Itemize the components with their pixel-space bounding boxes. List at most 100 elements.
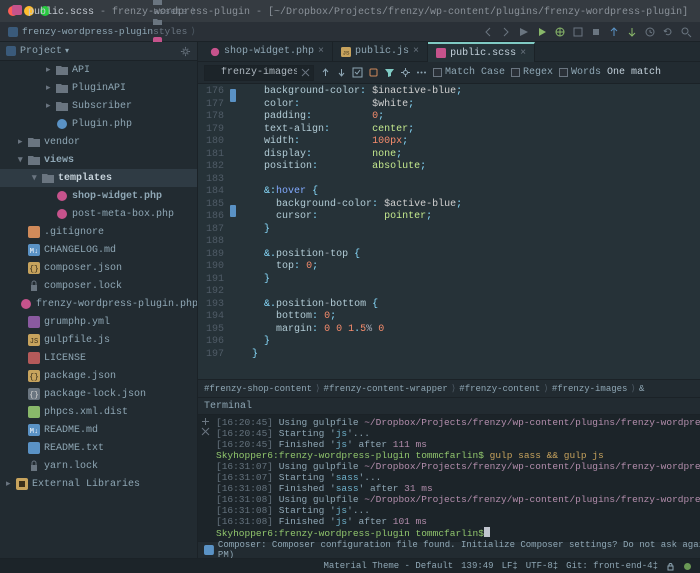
tree-item[interactable]: shop-widget.php [0, 187, 197, 205]
terminal-content[interactable]: [16:20:45] Using gulpfile ~/Dropbox/Proj… [212, 415, 700, 541]
project-tree[interactable]: ▸API▸PluginAPI▸SubscriberPlugin.php▸vend… [0, 61, 197, 558]
line-gutter[interactable]: 1761771781791801811821831841851861871881… [198, 84, 230, 379]
expand-arrow-icon[interactable]: ▸ [46, 83, 54, 93]
filter-icon[interactable] [384, 67, 395, 78]
notification-bar[interactable]: Composer: Composer configuration file fo… [198, 541, 700, 558]
inspector-icon[interactable] [683, 562, 692, 571]
encoding-indicator[interactable]: UTF-8‡ [526, 561, 558, 571]
next-match-icon[interactable] [336, 67, 347, 78]
project-tool-header[interactable]: Project ▾ [0, 42, 197, 61]
tree-item[interactable]: M↓CHANGELOG.md [0, 241, 197, 259]
editor-tab[interactable]: JSpublic.js× [333, 42, 428, 61]
run-icon[interactable] [536, 26, 548, 38]
vcs-revert-icon[interactable] [662, 26, 674, 38]
stop-icon[interactable] [590, 26, 602, 38]
php-pink-icon [20, 298, 32, 310]
regex-checkbox[interactable]: Regex [511, 67, 553, 78]
tree-item[interactable]: ▸PluginAPI [0, 79, 197, 97]
tree-item-label: vendor [44, 137, 80, 148]
clear-icon[interactable] [301, 68, 310, 77]
add-selection-icon[interactable] [368, 67, 379, 78]
terminal-line: [16:31:07] Using gulpfile ~/Dropbox/Proj… [216, 461, 700, 472]
git-branch[interactable]: Git: front-end-4‡ [566, 561, 658, 571]
selector-crumb[interactable]: #frenzy-shop-content [204, 384, 312, 394]
editor-tab[interactable]: shop-widget.php× [202, 42, 333, 61]
close-session-icon[interactable] [201, 427, 210, 436]
prev-match-icon[interactable] [320, 67, 331, 78]
tree-item[interactable]: yarn.lock [0, 457, 197, 475]
tree-item-label: yarn.lock [44, 461, 98, 472]
tree-item[interactable]: LICENSE [0, 349, 197, 367]
php-pink-icon [56, 190, 68, 202]
search-icon[interactable] [680, 26, 692, 38]
svg-text:JS: JS [343, 49, 350, 56]
selector-crumb[interactable]: & [639, 384, 644, 394]
vcs-update-icon[interactable] [608, 26, 620, 38]
window-title: public.scss - frenzy-wordpress-plugin - … [0, 5, 700, 18]
selector-crumb[interactable]: #frenzy-content-wrapper [324, 384, 448, 394]
attach-icon[interactable] [572, 26, 584, 38]
terminal-line: [16:20:45] Starting 'js'... [216, 428, 700, 439]
caret-position[interactable]: 139:49 [461, 561, 493, 571]
tree-item[interactable]: {}package-lock.json [0, 385, 197, 403]
tree-item[interactable]: phpcs.xml.dist [0, 403, 197, 421]
breadcrumb-project[interactable]: frenzy-wordpress-plugin [22, 26, 153, 37]
theme-indicator[interactable]: Material Theme - Default [324, 561, 454, 571]
tree-item[interactable]: ▾views [0, 151, 197, 169]
selector-crumb[interactable]: #frenzy-content [459, 384, 540, 394]
code-content[interactable]: background-color: $inactive-blue; color:… [238, 84, 700, 379]
tree-item[interactable]: ▾templates [0, 169, 197, 187]
tree-item[interactable]: M↓README.md [0, 421, 197, 439]
terminal-tool-header[interactable]: Terminal [198, 398, 700, 415]
tree-item[interactable]: .gitignore [0, 223, 197, 241]
editor-tab[interactable]: public.scss× [428, 42, 535, 62]
close-tab-icon[interactable]: × [520, 48, 526, 59]
settings-icon[interactable] [400, 67, 411, 78]
close-tab-icon[interactable]: × [413, 46, 419, 57]
tree-item[interactable]: grumphp.yml [0, 313, 197, 331]
selector-crumb[interactable]: #frenzy-images [552, 384, 628, 394]
breadcrumb-item[interactable]: styles [153, 26, 187, 37]
tree-item[interactable]: ▸ vendor [0, 133, 197, 151]
build-icon[interactable] [518, 26, 530, 38]
xml-icon [28, 406, 40, 418]
editor-area[interactable]: 1761771781791801811821831841851861871881… [198, 84, 700, 379]
json-icon: {} [28, 262, 40, 274]
tree-item[interactable]: frenzy-wordpress-plugin.php [0, 295, 197, 313]
line-separator[interactable]: LF‡ [502, 561, 518, 571]
match-case-checkbox[interactable]: Match Case [433, 67, 505, 78]
tree-item[interactable]: composer.lock [0, 277, 197, 295]
tree-item[interactable]: {}composer.json [0, 259, 197, 277]
expand-arrow-icon[interactable]: ▸ [46, 65, 54, 75]
tree-item[interactable]: post-meta-box.php [0, 205, 197, 223]
debug-icon[interactable] [554, 26, 566, 38]
forward-icon[interactable] [500, 26, 512, 38]
vcs-commit-icon[interactable] [626, 26, 638, 38]
back-icon[interactable] [482, 26, 494, 38]
expand-arrow-icon[interactable]: ▸ [6, 479, 14, 489]
expand-arrow-icon[interactable]: ▸ [18, 137, 26, 147]
tree-item[interactable]: README.txt [0, 439, 197, 457]
gear-icon[interactable] [180, 46, 191, 57]
chevron-down-icon[interactable]: ▾ [65, 46, 69, 56]
tree-item-label: Subscriber [72, 101, 132, 112]
expand-arrow-icon[interactable]: ▾ [32, 173, 40, 183]
close-tab-icon[interactable]: × [318, 46, 324, 57]
more-icon[interactable] [416, 67, 427, 78]
vcs-history-icon[interactable] [644, 26, 656, 38]
title-bar: public.scss - frenzy-wordpress-plugin - … [0, 0, 700, 22]
tree-item[interactable]: ▸External Libraries [0, 475, 197, 493]
tree-item[interactable]: ▸API [0, 61, 197, 79]
select-all-icon[interactable] [352, 67, 363, 78]
tree-item[interactable]: JSgulpfile.js [0, 331, 197, 349]
expand-arrow-icon[interactable]: ▾ [18, 155, 26, 165]
find-input[interactable] [204, 65, 314, 81]
tree-item[interactable]: {}package.json [0, 367, 197, 385]
editor-breadcrumbs[interactable]: #frenzy-shop-content⟩#frenzy-content-wra… [198, 379, 700, 397]
expand-arrow-icon[interactable]: ▸ [46, 101, 54, 111]
lock-icon[interactable] [666, 562, 675, 571]
words-checkbox[interactable]: Words [559, 67, 601, 78]
tree-item[interactable]: Plugin.php [0, 115, 197, 133]
new-session-icon[interactable] [201, 417, 210, 426]
tree-item[interactable]: ▸ Subscriber [0, 97, 197, 115]
